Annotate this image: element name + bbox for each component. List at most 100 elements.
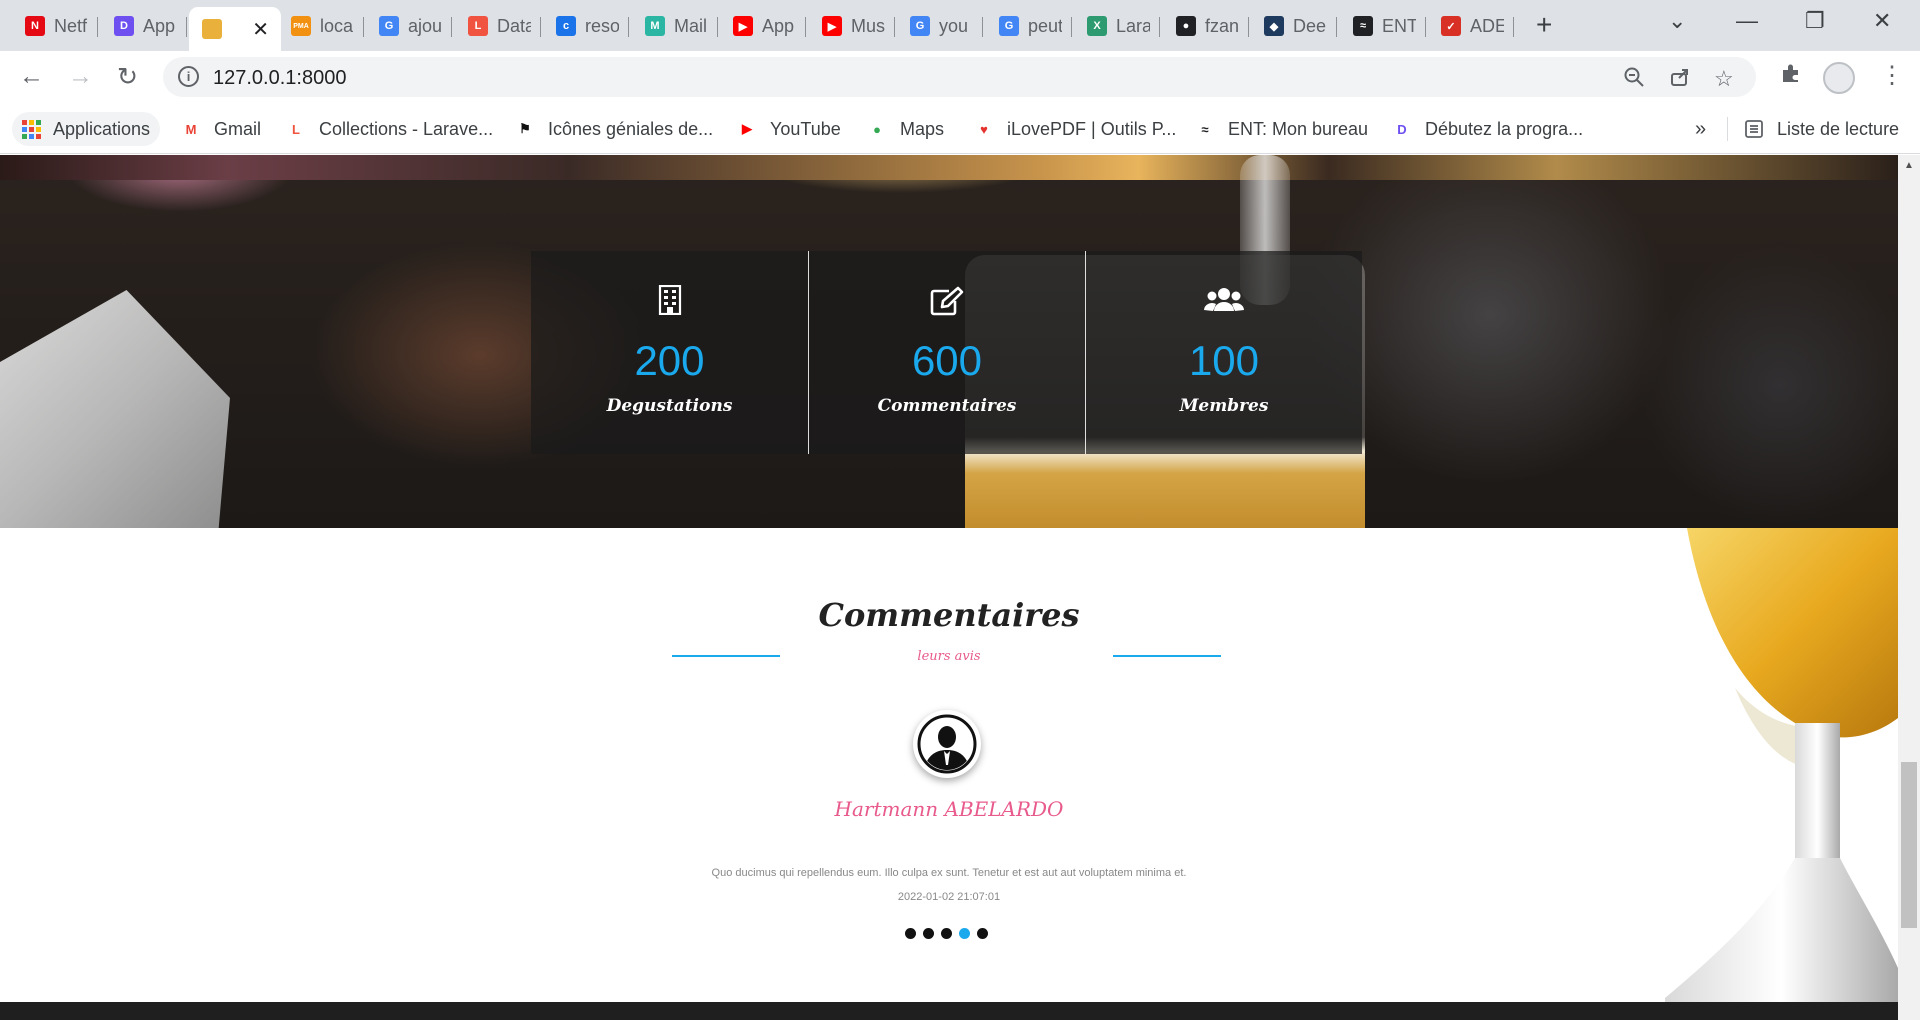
- reading-list-icon: [1743, 118, 1765, 140]
- reload-button[interactable]: ↻: [117, 62, 138, 92]
- tab[interactable]: c resource: [543, 7, 629, 45]
- reading-list-button[interactable]: Liste de lecture: [1743, 112, 1899, 146]
- tab-search-button[interactable]: ⌄: [1668, 8, 1686, 34]
- stat-value: 100: [1188, 337, 1260, 384]
- tab-separator: [363, 17, 364, 37]
- tab-title: ajouter: [408, 15, 442, 36]
- tab-separator: [1425, 17, 1426, 37]
- bookmark-label: ENT: Mon bureau: [1228, 118, 1369, 139]
- bookmark-maps[interactable]: ● Maps: [866, 112, 944, 146]
- tab-title: peut: [1028, 15, 1062, 36]
- bookmark-fontawesome[interactable]: ⚑ Icônes géniales de...: [514, 112, 713, 146]
- tab-title: you: [939, 15, 969, 36]
- zoom-icon[interactable]: [1623, 66, 1645, 94]
- comments-section: Commentaires leurs avis Hartmann ABELARD…: [0, 528, 1898, 1020]
- forward-button[interactable]: →: [68, 62, 93, 91]
- bookmark-label: Débutez la progra...: [1425, 118, 1584, 139]
- comments-subtitle: leurs avis: [917, 649, 981, 664]
- bookmarks-overflow-button[interactable]: »: [1695, 112, 1706, 146]
- restore-button[interactable]: ❐: [1805, 8, 1825, 34]
- tab-title: Deep: [1293, 15, 1327, 36]
- users-icon: [1086, 285, 1362, 317]
- tab-favicon-icon: X: [1087, 16, 1107, 36]
- apps-grid-icon: [22, 119, 41, 139]
- tab-separator: [451, 17, 452, 37]
- review-date: 2022-01-02 21:07:01: [897, 891, 1001, 903]
- page-scrollbar[interactable]: ▲: [1898, 155, 1920, 1020]
- tab-separator: [805, 17, 806, 37]
- tab[interactable]: ✓ ADE: [1428, 7, 1514, 45]
- carousel-dot[interactable]: [977, 928, 988, 939]
- tab[interactable]: ▶ App: [720, 7, 806, 45]
- extensions-icon[interactable]: [1779, 61, 1803, 92]
- stat-label: Membres: [1179, 396, 1269, 416]
- youtube-icon: ▶: [742, 121, 752, 136]
- tab[interactable]: N Netflix: [12, 7, 98, 45]
- close-window-button[interactable]: ✕: [1873, 8, 1891, 34]
- bookmark-openclassrooms[interactable]: D Débutez la progra...: [1391, 112, 1583, 146]
- bookmark-ilovepdf[interactable]: ♥ iLovePDF | Outils P...: [973, 112, 1176, 146]
- tab[interactable]: ≈ ENT: [1340, 7, 1426, 45]
- bookmark-label: Collections - Larave...: [319, 118, 494, 139]
- bookmark-ent[interactable]: ≈ ENT: Mon bureau: [1194, 112, 1368, 146]
- address-bar[interactable]: i 127.0.0.1:8000 ☆: [163, 57, 1756, 97]
- bookmarks-bar: Applications M Gmail L Collections - Larave.…: [0, 104, 1920, 154]
- tab[interactable]: ● fzan: [1163, 7, 1249, 45]
- bookmark-apps-grid[interactable]: Applications: [12, 112, 161, 146]
- edit-icon: [809, 285, 1085, 317]
- bookmark-gmail[interactable]: M Gmail: [180, 112, 261, 146]
- tab-favicon-icon: ▶: [733, 16, 753, 36]
- scrollbar-thumb[interactable]: [1901, 762, 1917, 928]
- bookmark-youtube[interactable]: ▶ YouTube: [736, 112, 841, 146]
- tab-strip: N Netflix D App ✕ PMA localhost Gajouter L Databa…: [0, 0, 1920, 51]
- stats-row: 200 Degustations 600 Commentaires 100 Me…: [531, 251, 1364, 454]
- bookmark-label: Maps: [900, 118, 945, 139]
- tab-favicon-icon: c: [556, 16, 576, 36]
- carousel-dot[interactable]: [923, 928, 934, 939]
- share-icon[interactable]: [1669, 66, 1691, 94]
- tab[interactable]: D App: [101, 7, 187, 45]
- stat-commentaires: 600 Commentaires: [808, 251, 1085, 454]
- gmail-icon: M: [185, 121, 197, 137]
- tab[interactable]: L Database: [455, 7, 541, 45]
- openclassrooms-icon: D: [1397, 121, 1407, 137]
- tab-favicon-icon: PMA: [291, 16, 311, 36]
- carousel-dot[interactable]: [905, 928, 916, 939]
- url-text[interactable]: 127.0.0.1:8000: [213, 67, 346, 90]
- carousel-dot[interactable]: [959, 928, 970, 939]
- tab[interactable]: X Laravel: [1074, 7, 1160, 45]
- tab[interactable]: PMA localhost: [278, 7, 364, 45]
- maps-icon: ●: [873, 121, 881, 137]
- hero-photo-band: [0, 155, 1898, 180]
- tab-separator: [1159, 17, 1160, 37]
- reading-list-label: Liste de lecture: [1777, 118, 1900, 139]
- bookmark-laravel[interactable]: L Collections - Larave...: [285, 112, 493, 146]
- tab[interactable]: ◆ Deep: [1251, 7, 1337, 45]
- tab[interactable]: Gpeut: [986, 7, 1072, 45]
- tab-favicon-icon: G: [379, 16, 399, 36]
- close-tab-icon[interactable]: ✕: [252, 17, 269, 42]
- bookmark-star-icon[interactable]: ☆: [1714, 66, 1734, 92]
- new-tab-button[interactable]: +: [1536, 9, 1552, 41]
- comments-title: Commentaires: [818, 596, 1080, 634]
- tab-title: App: [762, 15, 795, 36]
- back-button[interactable]: ←: [19, 62, 44, 91]
- tab-active[interactable]: ✕: [189, 7, 281, 51]
- carousel-dot[interactable]: [941, 928, 952, 939]
- stat-label: Commentaires: [877, 396, 1017, 416]
- menu-kebab-icon[interactable]: ⋮: [1880, 61, 1904, 90]
- user-avatar-icon: [917, 714, 977, 774]
- profile-avatar[interactable]: [1823, 62, 1855, 94]
- tab-favicon-icon: ✓: [1441, 16, 1461, 36]
- tab-title: ADE: [1470, 15, 1504, 36]
- browser-toolbar: ← → ↻ i 127.0.0.1:8000 ☆ ⋮: [0, 51, 1920, 104]
- tab[interactable]: M Mail: [632, 7, 718, 45]
- tab[interactable]: ▶ Music: [809, 7, 895, 45]
- tab[interactable]: Gyou: [897, 7, 983, 45]
- tab-title: Music: [851, 15, 885, 36]
- fontawesome-icon: ⚑: [519, 121, 531, 136]
- scroll-up-arrow[interactable]: ▲: [1904, 160, 1914, 171]
- minimize-button[interactable]: —: [1736, 8, 1758, 34]
- tab[interactable]: Gajouter: [366, 7, 452, 45]
- site-info-icon[interactable]: i: [178, 66, 199, 87]
